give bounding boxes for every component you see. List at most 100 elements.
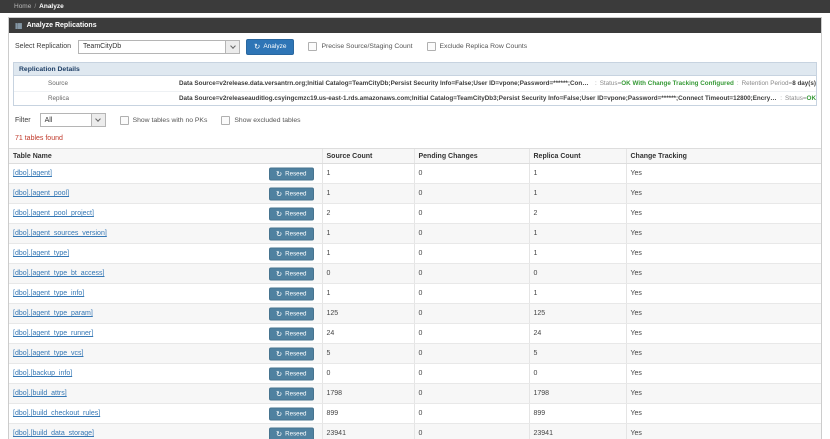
breadcrumb-home[interactable]: Home — [14, 3, 31, 10]
replica-count-cell: 2 — [528, 203, 626, 224]
analyze-button-label: Analyze — [263, 43, 287, 50]
reseed-button[interactable]: ↻ Reseed — [268, 267, 314, 280]
reseed-label: Reseed — [285, 170, 307, 177]
pending-changes-cell: 0 — [413, 343, 529, 364]
table-name-link[interactable]: [dbo].[build_checkout_rules] — [13, 410, 100, 417]
table-name-link[interactable]: [dbo].[agent_pool] — [13, 190, 69, 197]
table-name-link[interactable]: [dbo].[agent_type_vcs] — [13, 350, 83, 357]
filter-select-value: All — [44, 116, 53, 124]
filter-select-arrow-button[interactable] — [91, 113, 106, 127]
replica-count-cell: 23941 — [528, 423, 626, 439]
reseed-label: Reseed — [285, 410, 307, 417]
table-row: [dbo].[agent_type_param] ↻ Reseed 125 0 … — [9, 303, 821, 324]
select-replication-label: Select Replication — [15, 43, 72, 50]
refresh-icon: ↻ — [275, 289, 283, 298]
reseed-button[interactable]: ↻ Reseed — [268, 327, 314, 340]
replication-select[interactable]: TeamCityDb — [78, 39, 227, 54]
replica-status-label: Status= — [785, 94, 807, 102]
replication-select-arrow-button[interactable] — [226, 39, 241, 54]
table-row: [dbo].[build_attrs] ↻ Reseed 1798 0 1798… — [9, 383, 821, 404]
replica-count-cell: 24 — [528, 323, 626, 344]
source-status-value: OK With Change Tracking Configured — [621, 79, 734, 87]
chevron-down-icon — [95, 116, 101, 122]
page: Home / Analyze ▦ Analyze Replications Se… — [0, 0, 830, 439]
precise-count-checkbox[interactable] — [308, 42, 318, 51]
pending-changes-cell: 0 — [413, 163, 529, 184]
table-row: [dbo].[agent_type_vcs] ↻ Reseed 5 0 5 Ye… — [9, 343, 821, 364]
refresh-icon: ↻ — [275, 329, 283, 338]
panel-title: Analyze Replications — [26, 22, 97, 29]
show-excluded-checkbox-group[interactable]: Show excluded tables — [221, 115, 301, 125]
replica-label: Replica — [48, 94, 69, 102]
table-name-link[interactable]: [dbo].[agent_type_runner] — [13, 330, 93, 337]
change-tracking-cell: Yes — [625, 283, 821, 304]
change-tracking-cell: Yes — [625, 243, 821, 264]
reseed-label: Reseed — [285, 350, 307, 357]
pending-changes-cell: 0 — [413, 383, 529, 404]
reseed-button[interactable]: ↻ Reseed — [268, 367, 314, 380]
analyze-button[interactable]: ↻ Analyze — [246, 38, 295, 55]
table-name-link[interactable]: [dbo].[agent_sources_version] — [13, 230, 107, 237]
table-name-link[interactable]: [dbo].[agent_type_param] — [13, 310, 93, 317]
replica-count-cell: 1 — [528, 243, 626, 264]
reseed-button[interactable]: ↻ Reseed — [268, 187, 314, 200]
show-no-pks-checkbox-group[interactable]: Show tables with no PKs — [119, 115, 207, 125]
table-name-link[interactable]: [dbo].[agent_type_bt_access] — [13, 270, 104, 277]
replica-count-cell: 1 — [528, 223, 626, 244]
table-header-row: Table Name Source Count Pending Changes … — [9, 148, 821, 164]
breadcrumb-separator: / — [34, 3, 37, 10]
replica-count-cell: 0 — [528, 263, 626, 284]
column-header-pending-changes: Pending Changes — [413, 148, 529, 164]
reseed-button[interactable]: ↻ Reseed — [268, 167, 314, 180]
reseed-button[interactable]: ↻ Reseed — [268, 387, 314, 400]
exclude-replica-checkbox[interactable] — [426, 42, 436, 51]
source-value: Data Source=v2release.data.versantrn.org… — [179, 80, 816, 87]
table-name-cell: [dbo].[build_attrs] ↻ Reseed — [9, 383, 322, 404]
precise-count-checkbox-group[interactable]: Precise Source/Staging Count — [308, 42, 413, 51]
source-count-cell: 1 — [321, 163, 414, 184]
replica-count-cell: 1 — [528, 163, 626, 184]
replica-count-cell: 899 — [528, 403, 626, 424]
exclude-replica-checkbox-group[interactable]: Exclude Replica Row Counts — [426, 42, 527, 51]
source-count-cell: 24 — [321, 323, 414, 344]
reseed-label: Reseed — [285, 210, 307, 217]
pending-changes-cell: 0 — [413, 323, 529, 344]
table-name-cell: [dbo].[agent_type_info] ↻ Reseed — [9, 283, 322, 304]
change-tracking-cell: Yes — [625, 183, 821, 204]
source-status-label: Status= — [599, 79, 622, 87]
table-name-link[interactable]: [dbo].[agent_type_info] — [13, 290, 84, 297]
table-name-link[interactable]: [dbo].[backup_info] — [13, 370, 72, 377]
change-tracking-cell: Yes — [625, 383, 821, 404]
reseed-button[interactable]: ↻ Reseed — [268, 307, 314, 320]
table-name-link[interactable]: [dbo].[build_attrs] — [13, 390, 67, 397]
source-count-cell: 125 — [321, 303, 414, 324]
table-name-cell: [dbo].[agent_type_bt_access] ↻ Reseed — [9, 263, 322, 284]
table-name-link[interactable]: [dbo].[agent] — [13, 170, 52, 177]
show-excluded-checkbox[interactable] — [221, 115, 231, 125]
table-row: [dbo].[agent_pool] ↻ Reseed 1 0 1 Yes — [9, 183, 821, 204]
reseed-button[interactable]: ↻ Reseed — [268, 227, 314, 240]
show-no-pks-checkbox[interactable] — [119, 115, 129, 125]
refresh-icon: ↻ — [275, 429, 283, 438]
filter-select[interactable]: All — [39, 113, 92, 127]
source-count-cell: 23941 — [321, 423, 414, 439]
reseed-label: Reseed — [285, 370, 307, 377]
replication-tables: Table Name Source Count Pending Changes … — [9, 148, 821, 439]
breadcrumb-current: Analyze — [39, 3, 64, 10]
replica-count-cell: 0 — [528, 363, 626, 384]
reseed-button[interactable]: ↻ Reseed — [268, 207, 314, 220]
reseed-button[interactable]: ↻ Reseed — [268, 247, 314, 260]
table-name-link[interactable]: [dbo].[agent_type] — [13, 250, 69, 257]
table-name-cell: [dbo].[agent_type_vcs] ↻ Reseed — [9, 343, 322, 364]
reseed-label: Reseed — [285, 430, 307, 437]
refresh-icon: ↻ — [275, 309, 283, 318]
reseed-button[interactable]: ↻ Reseed — [268, 407, 314, 420]
reseed-button[interactable]: ↻ Reseed — [268, 347, 314, 360]
table-name-cell: [dbo].[build_data_storage] ↻ Reseed — [9, 423, 322, 439]
table-name-link[interactable]: [dbo].[agent_pool_project] — [13, 210, 94, 217]
reseed-button[interactable]: ↻ Reseed — [268, 427, 314, 439]
reseed-button[interactable]: ↻ Reseed — [268, 287, 314, 300]
table-name-link[interactable]: [dbo].[build_data_storage] — [13, 430, 94, 437]
source-count-cell: 0 — [321, 263, 414, 284]
replica-count-cell: 1 — [528, 183, 626, 204]
